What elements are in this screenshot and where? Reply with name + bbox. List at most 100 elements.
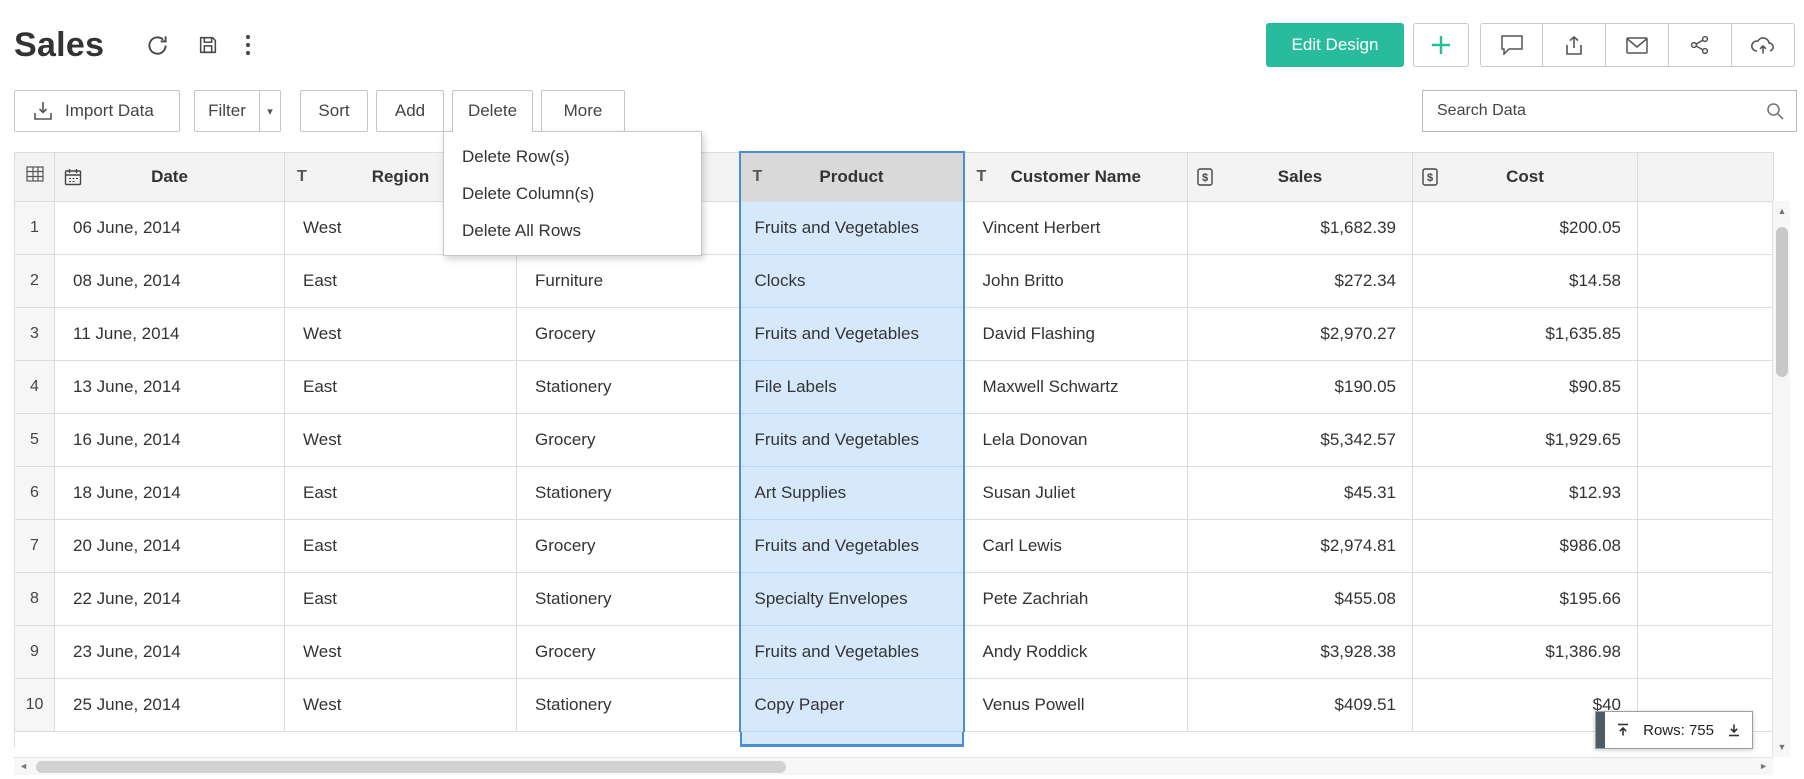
- cost-cell[interactable]: $1,929.65: [1413, 413, 1638, 466]
- row-number-cell[interactable]: 7: [15, 519, 55, 572]
- customer-name-cell[interactable]: Pete Zachriah: [964, 572, 1188, 625]
- sales-cell[interactable]: $455.08: [1188, 572, 1413, 625]
- date-cell[interactable]: 11 June, 2014: [55, 307, 285, 360]
- cost-cell[interactable]: $90.85: [1413, 360, 1638, 413]
- empty-cell[interactable]: [1638, 254, 1774, 307]
- row-number-cell[interactable]: 1: [15, 201, 55, 254]
- category-cell[interactable]: Stationery: [517, 572, 740, 625]
- category-cell[interactable]: Grocery: [517, 519, 740, 572]
- scroll-up-arrow[interactable]: ▲: [1773, 206, 1791, 216]
- region-cell[interactable]: West: [285, 307, 517, 360]
- date-cell[interactable]: 18 June, 2014: [55, 466, 285, 519]
- publish-button[interactable]: [1732, 23, 1795, 67]
- menu-item-delete-all-rows[interactable]: Delete All Rows: [444, 212, 701, 249]
- share-button[interactable]: [1669, 23, 1732, 67]
- date-cell[interactable]: 20 June, 2014: [55, 519, 285, 572]
- product-cell[interactable]: Art Supplies: [740, 466, 964, 519]
- row-number-cell[interactable]: 8: [15, 572, 55, 625]
- scroll-left-arrow[interactable]: ◄: [19, 761, 28, 771]
- row-number-cell[interactable]: 3: [15, 307, 55, 360]
- refresh-button[interactable]: [144, 32, 171, 59]
- category-cell[interactable]: Stationery: [517, 466, 740, 519]
- empty-cell[interactable]: [1638, 519, 1774, 572]
- cost-cell[interactable]: $12.93: [1413, 466, 1638, 519]
- product-cell[interactable]: Fruits and Vegetables: [740, 307, 964, 360]
- empty-cell[interactable]: [1638, 413, 1774, 466]
- horizontal-scrollbar[interactable]: ◄ ►: [14, 757, 1773, 775]
- product-cell[interactable]: Copy Paper: [740, 678, 964, 731]
- product-cell[interactable]: Fruits and Vegetables: [740, 519, 964, 572]
- jump-to-bottom-button[interactable]: [1716, 722, 1752, 738]
- scroll-down-arrow[interactable]: ▼: [1773, 742, 1791, 752]
- empty-cell[interactable]: [1638, 466, 1774, 519]
- product-cell[interactable]: Fruits and Vegetables: [740, 413, 964, 466]
- cost-cell[interactable]: $195.66: [1413, 572, 1638, 625]
- row-number-cell[interactable]: 9: [15, 625, 55, 678]
- date-cell[interactable]: 16 June, 2014: [55, 413, 285, 466]
- date-cell[interactable]: 22 June, 2014: [55, 572, 285, 625]
- empty-cell[interactable]: [1638, 625, 1774, 678]
- product-cell[interactable]: Clocks: [740, 254, 964, 307]
- region-cell[interactable]: West: [285, 625, 517, 678]
- filter-caret-button[interactable]: ▾: [260, 90, 281, 132]
- date-cell[interactable]: 06 June, 2014: [55, 201, 285, 254]
- comments-button[interactable]: [1480, 23, 1543, 67]
- category-cell[interactable]: Furniture: [517, 254, 740, 307]
- edit-design-button[interactable]: Edit Design: [1266, 23, 1404, 67]
- delete-button[interactable]: Delete: [452, 90, 533, 132]
- date-cell[interactable]: 23 June, 2014: [55, 625, 285, 678]
- category-cell[interactable]: Grocery: [517, 413, 740, 466]
- product-cell[interactable]: File Labels: [740, 360, 964, 413]
- region-cell[interactable]: East: [285, 466, 517, 519]
- customer-name-cell[interactable]: Andy Roddick: [964, 625, 1188, 678]
- sales-cell[interactable]: $1,682.39: [1188, 201, 1413, 254]
- column-header-cost[interactable]: $ Cost: [1413, 152, 1638, 201]
- cost-cell[interactable]: $200.05: [1413, 201, 1638, 254]
- cost-cell[interactable]: $14.58: [1413, 254, 1638, 307]
- column-header-customer-name[interactable]: T Customer Name: [964, 152, 1188, 201]
- sales-cell[interactable]: $3,928.38: [1188, 625, 1413, 678]
- sales-cell[interactable]: $2,974.81: [1188, 519, 1413, 572]
- save-button[interactable]: [195, 32, 221, 58]
- row-number-cell[interactable]: 4: [15, 360, 55, 413]
- category-cell[interactable]: Stationery: [517, 360, 740, 413]
- jump-to-top-button[interactable]: [1605, 722, 1641, 738]
- cost-cell[interactable]: $1,386.98: [1413, 625, 1638, 678]
- region-cell[interactable]: East: [285, 254, 517, 307]
- column-header-sales[interactable]: $ Sales: [1188, 152, 1413, 201]
- menu-item-delete-columns[interactable]: Delete Column(s): [444, 175, 701, 212]
- product-cell[interactable]: Specialty Envelopes: [740, 572, 964, 625]
- badge-handle[interactable]: [1596, 712, 1605, 748]
- customer-name-cell[interactable]: Carl Lewis: [964, 519, 1188, 572]
- scroll-right-arrow[interactable]: ►: [1759, 761, 1768, 771]
- empty-cell[interactable]: [1638, 572, 1774, 625]
- search-input[interactable]: [1423, 102, 1766, 120]
- region-cell[interactable]: West: [285, 678, 517, 731]
- import-data-button[interactable]: Import Data: [14, 90, 180, 132]
- row-number-cell[interactable]: 2: [15, 254, 55, 307]
- empty-cell[interactable]: [1638, 307, 1774, 360]
- horizontal-scroll-thumb[interactable]: [36, 761, 786, 773]
- customer-name-cell[interactable]: John Britto: [964, 254, 1188, 307]
- customer-name-cell[interactable]: Lela Donovan: [964, 413, 1188, 466]
- cost-cell[interactable]: $986.08: [1413, 519, 1638, 572]
- region-cell[interactable]: West: [285, 413, 517, 466]
- customer-name-cell[interactable]: Susan Juliet: [964, 466, 1188, 519]
- select-all-header[interactable]: [15, 152, 55, 201]
- empty-cell[interactable]: [1638, 201, 1774, 254]
- region-cell[interactable]: East: [285, 572, 517, 625]
- column-header-empty[interactable]: [1638, 152, 1774, 201]
- customer-name-cell[interactable]: Maxwell Schwartz: [964, 360, 1188, 413]
- category-cell[interactable]: Grocery: [517, 307, 740, 360]
- add-new-button[interactable]: [1413, 23, 1469, 67]
- column-header-product[interactable]: T Product: [740, 152, 964, 201]
- product-cell[interactable]: Fruits and Vegetables: [740, 201, 964, 254]
- vertical-scrollbar[interactable]: ▲ ▼: [1772, 201, 1790, 757]
- more-options-button[interactable]: [243, 31, 253, 59]
- empty-cell[interactable]: [1638, 360, 1774, 413]
- category-cell[interactable]: Stationery: [517, 678, 740, 731]
- export-button[interactable]: [1543, 23, 1606, 67]
- email-button[interactable]: [1606, 23, 1669, 67]
- menu-item-delete-rows[interactable]: Delete Row(s): [444, 138, 701, 175]
- row-number-cell[interactable]: 10: [15, 678, 55, 731]
